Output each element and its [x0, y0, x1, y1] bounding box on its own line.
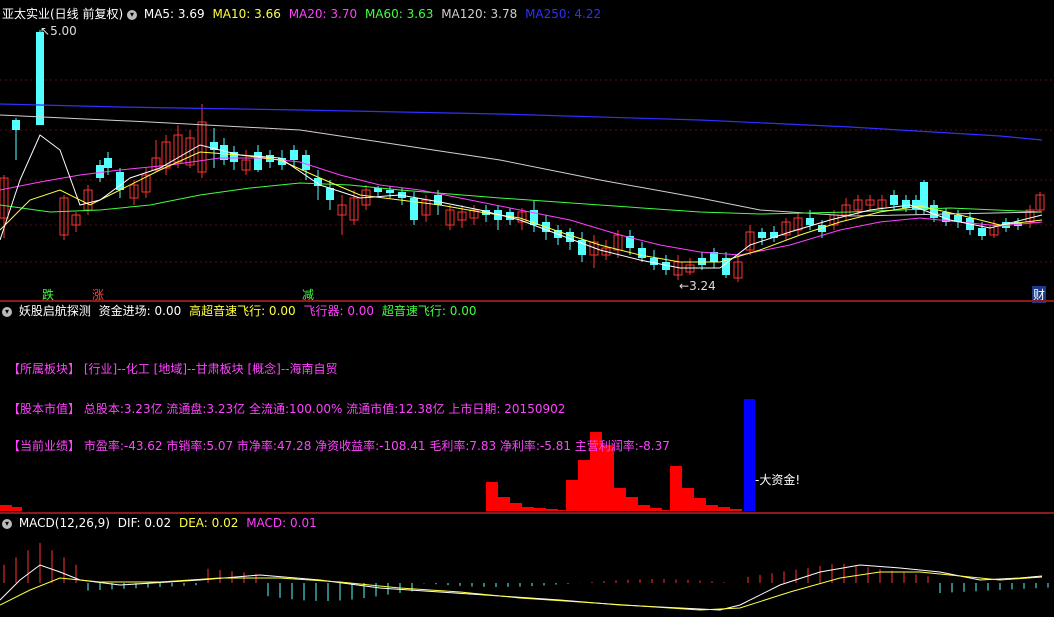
dif-label: DIF: 0.02	[117, 516, 172, 530]
macd-title[interactable]: MACD(12,26,9)	[19, 516, 110, 530]
dea-line	[0, 571, 1043, 611]
macd-header: ▾ MACD(12,26,9) DIF: 0.02 DEA: 0.02 MACD…	[2, 515, 317, 531]
macd-label: MACD: 0.01	[246, 516, 317, 530]
dea-label: DEA: 0.02	[178, 516, 239, 530]
macd-settings-icon[interactable]: ▾	[2, 518, 12, 529]
